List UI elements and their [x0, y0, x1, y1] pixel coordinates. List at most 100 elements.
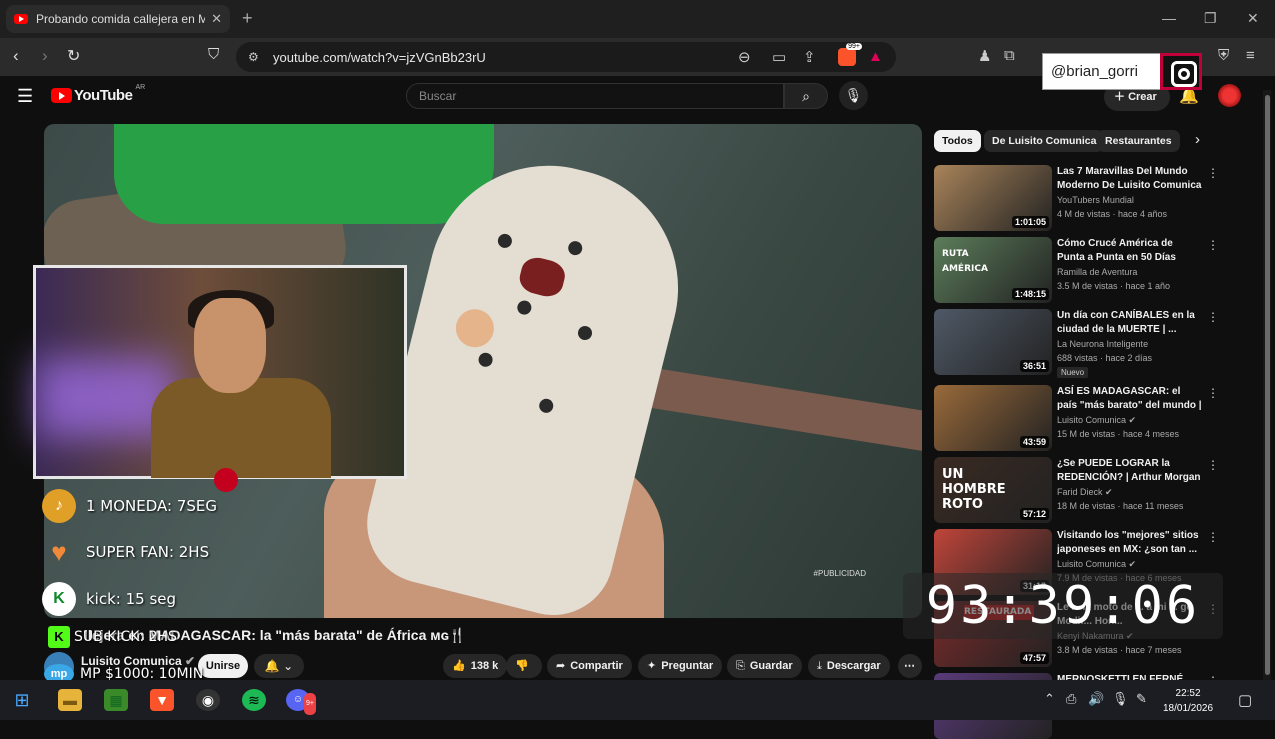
forward-icon[interactable]: ›	[42, 46, 48, 66]
back-icon[interactable]: ‹	[13, 46, 19, 66]
tray-chevron-icon[interactable]: ⌃	[1044, 691, 1055, 707]
video-thumbnail[interactable]: RUTA AMÉRICA 1:48:15	[934, 237, 1052, 303]
more-options-icon[interactable]: ⋮	[1207, 458, 1219, 472]
share-button[interactable]: ➦ Compartir	[547, 654, 632, 678]
recommended-video[interactable]: RUTA AMÉRICA 1:48:15 Cómo Crucé América de…	[934, 237, 1224, 303]
chip-todos[interactable]: Todos	[934, 130, 981, 152]
microphone-tray-icon[interactable]: 🎙	[1112, 691, 1129, 707]
network-icon[interactable]: ⎙	[1066, 691, 1076, 707]
video-thumbnail[interactable]: 1:01:05	[934, 165, 1052, 231]
bookmark-icon[interactable]: ⛉	[208, 46, 219, 63]
minecraft-icon[interactable]: ▦	[104, 689, 128, 711]
recommended-title[interactable]: ASÍ ES MADAGASCAR: el país "más barato" …	[1057, 385, 1203, 413]
shield-count: 99+	[846, 43, 862, 50]
thumbnail-text: RUTA AMÉRICA	[942, 249, 988, 274]
more-options-icon[interactable]: ⋮	[1207, 166, 1219, 180]
clock-time: 22:52	[1175, 688, 1201, 699]
chips-next-icon[interactable]: ›	[1195, 131, 1200, 148]
recommended-channel[interactable]: Luisito Comunica ✔	[1057, 415, 1136, 426]
more-options-icon[interactable]: ⋮	[1207, 310, 1219, 324]
menu-icon[interactable]: ≡	[1246, 47, 1255, 64]
extensions-puzzle-icon[interactable]: ⧉	[1004, 47, 1015, 64]
notifications-button[interactable]: 🔔 ⌄	[254, 654, 304, 678]
video-thumbnail[interactable]: 36:51	[934, 309, 1052, 375]
cast-icon[interactable]: ▭	[772, 48, 786, 66]
dislike-button[interactable]: 👎	[506, 654, 542, 678]
windows-start-icon[interactable]: ⊞	[10, 689, 34, 711]
minimize-icon[interactable]: —	[1162, 10, 1176, 26]
download-button[interactable]: ⤓ Descargar	[808, 654, 890, 678]
video-thumbnail[interactable]: 43:59	[934, 385, 1052, 451]
recommended-video[interactable]: 1:01:05 Las 7 Maravillas Del Mundo Modern…	[934, 165, 1224, 231]
account-avatar[interactable]	[1218, 84, 1241, 107]
recommended-title[interactable]: Un día con CANÍBALES en la ciudad de la …	[1057, 309, 1203, 337]
search-button[interactable]: ⌕	[784, 83, 828, 109]
video-duration: 43:59	[1019, 436, 1049, 448]
recommended-title[interactable]: ¿Se PUEDE LOGRAR la REDENCIÓN? | Arthur …	[1057, 457, 1203, 485]
browser-tab[interactable]: Probando comida callejera en M ✕	[6, 5, 230, 33]
download-icon: ⤓	[817, 660, 822, 672]
more-actions-button[interactable]: ⋯	[898, 654, 922, 678]
brave-browser-icon[interactable]: ▼	[150, 689, 174, 711]
chip-de-luisito[interactable]: De Luisito Comunica	[984, 130, 1105, 152]
recommended-video[interactable]: 36:51 Un día con CANÍBALES en la ciudad d…	[934, 309, 1224, 378]
pen-icon[interactable]: ✎	[1136, 691, 1147, 707]
voice-search-button[interactable]: 🎙	[839, 81, 868, 110]
recommended-channel[interactable]: Farid Dieck ✔	[1057, 487, 1113, 498]
like-button[interactable]: 👍 138 k	[443, 654, 508, 678]
more-options-icon[interactable]: ⋮	[1207, 530, 1219, 544]
recommended-channel[interactable]: Luisito Comunica ✔	[1057, 559, 1136, 570]
more-options-icon[interactable]: ⋮	[1207, 386, 1219, 400]
save-button[interactable]: ⎘ Guardar	[727, 654, 802, 678]
share-icon: ➦	[556, 660, 566, 672]
recommended-title[interactable]: Visitando los "mejores" sitios japoneses…	[1057, 529, 1203, 557]
share-label: Compartir	[570, 660, 623, 672]
notification-center-icon[interactable]: ▢	[1238, 691, 1252, 709]
join-button[interactable]: Unirse	[198, 654, 248, 678]
recommended-title[interactable]: Cómo Crucé América de Punta a Punta en 5…	[1057, 237, 1203, 265]
brave-rewards-icon[interactable]: ▲	[868, 48, 883, 65]
site-settings-icon[interactable]: ⚙	[248, 50, 259, 64]
new-tab-icon[interactable]: +	[242, 8, 253, 29]
ask-button[interactable]: ✦ Preguntar	[638, 654, 723, 678]
search-input[interactable]: Buscar	[406, 83, 784, 109]
save-label: Guardar	[749, 660, 793, 672]
recommended-meta: 688 vistas · hace 2 días	[1057, 353, 1153, 363]
url-text[interactable]: youtube.com/watch?v=jzVGnBb23rU	[273, 50, 486, 65]
volume-icon[interactable]: 🔊	[1088, 691, 1104, 707]
video-thumbnail[interactable]: UN HOMBRE ROTO 57:12	[934, 457, 1052, 523]
reward-kick: K kick: 15 seg	[42, 582, 176, 616]
extension-icon[interactable]: ♟	[978, 47, 991, 65]
address-bar[interactable]: ⚙ youtube.com/watch?v=jzVGnBb23rU ⊖ ▭ ⇪ …	[236, 42, 896, 72]
more-options-icon[interactable]: ⋮	[1207, 238, 1219, 252]
scrollbar-thumb[interactable]	[1265, 95, 1270, 675]
file-explorer-icon[interactable]: ▬	[58, 689, 82, 711]
close-window-icon[interactable]: ✕	[1247, 10, 1259, 27]
vpn-shield-icon[interactable]: ⛨	[1218, 47, 1229, 64]
brave-shields-icon[interactable]: 99+	[838, 43, 862, 66]
reload-icon[interactable]: ↻	[67, 46, 80, 66]
save-icon: ⎘	[736, 660, 745, 672]
recommended-meta: 4 M de vistas · hace 4 años	[1057, 209, 1168, 219]
obs-icon[interactable]: ◉	[196, 689, 220, 711]
close-tab-icon[interactable]: ✕	[211, 11, 222, 27]
recommended-video[interactable]: UN HOMBRE ROTO 57:12 ¿Se PUEDE LOGRAR la R…	[934, 457, 1224, 523]
recommended-channel[interactable]: YouTubers Mundial	[1057, 195, 1134, 205]
chip-restaurantes[interactable]: Restaurantes	[1097, 130, 1180, 152]
zoom-icon[interactable]: ⊖	[738, 48, 751, 66]
spotify-icon[interactable]: ≋	[242, 689, 266, 711]
taskbar-clock[interactable]: 22:52 18/01/2026	[1163, 686, 1213, 716]
recommended-video[interactable]: 43:59 ASÍ ES MADAGASCAR: el país "más bar…	[934, 385, 1224, 451]
share-page-icon[interactable]: ⇪	[803, 48, 816, 66]
kick-icon: K	[42, 582, 76, 616]
discord-icon[interactable]: ☺ 9+	[286, 689, 316, 715]
maximize-icon[interactable]: ❐	[1204, 10, 1217, 27]
search-icon: ⌕	[802, 88, 810, 104]
recommended-channel[interactable]: La Neurona Inteligente	[1057, 339, 1148, 349]
recommended-title[interactable]: Las 7 Maravillas Del Mundo Moderno De Lu…	[1057, 165, 1203, 193]
reward-coin: ♪ 1 MONEDA: 7SEG	[42, 489, 217, 523]
recommended-channel[interactable]: Ramilla de Aventura	[1057, 267, 1137, 277]
guide-menu-icon[interactable]: ☰	[17, 86, 33, 107]
video-duration: 1:48:15	[1011, 288, 1049, 300]
youtube-logo[interactable]: YouTube AR	[51, 84, 145, 104]
